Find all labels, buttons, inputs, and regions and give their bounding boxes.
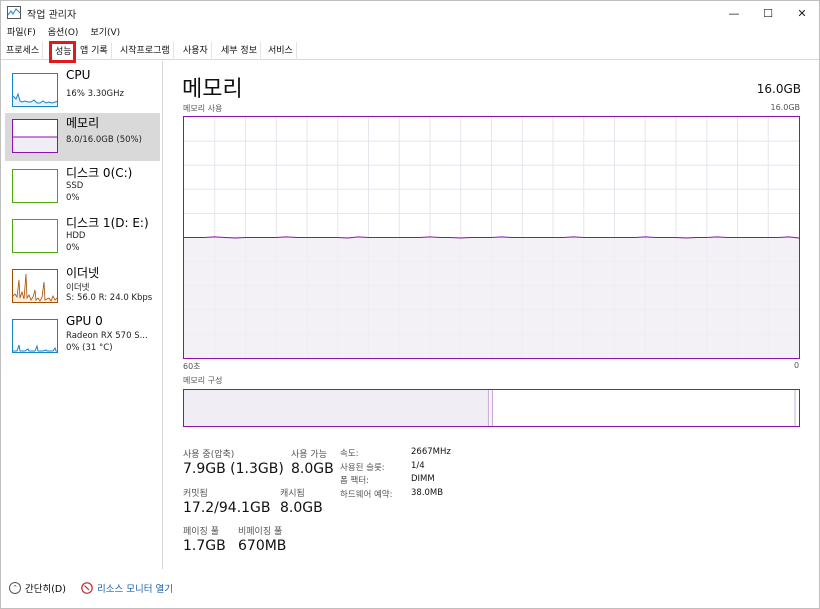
sidebar-item-name: GPU 0	[66, 314, 103, 328]
sidebar-item-name: 메모리	[66, 116, 100, 130]
speed-value: 2667MHz	[411, 447, 451, 457]
title-bar[interactable]: 작업 관리자 — ☐ ✕	[1, 1, 819, 25]
sidebar-item-detail: 8.0/16.0GB (50%)	[66, 135, 142, 145]
gpu-thumbnail-graph	[12, 319, 58, 353]
window-title: 작업 관리자	[27, 10, 77, 21]
composition-in-use	[184, 390, 489, 426]
in-use-label: 사용 중(압축)	[183, 450, 235, 460]
nonpaged-pool-value: 670MB	[238, 538, 287, 554]
chevron-up-icon: ⌃	[9, 582, 21, 594]
sidebar-item-detail: 이더넷	[66, 283, 90, 293]
resource-sidebar: CPU 16% 3.30GHz 메모리 8.0/16.0GB (50%) 디스크…	[1, 61, 163, 569]
memory-thumbnail-graph	[12, 119, 58, 153]
sidebar-item-memory[interactable]: 메모리 8.0/16.0GB (50%)	[5, 113, 160, 161]
slots-used-value: 1/4	[411, 461, 425, 471]
usage-line	[184, 236, 800, 239]
graph-time-start: 60초	[183, 362, 201, 371]
footer: ⌃ 간단히(D) 리소스 모니터 열기	[1, 569, 819, 609]
available-label: 사용 가능	[291, 450, 327, 460]
memory-panel: 메모리 16.0GB 메모리 사용 16.0GB 60초 0 메모리 구성 사용…	[164, 61, 819, 569]
resource-monitor-label: 리소스 모니터 열기	[97, 584, 173, 595]
sidebar-item-detail: HDD	[66, 231, 86, 241]
sidebar-item-name: 디스크 1(D: E:)	[66, 216, 149, 230]
sidebar-item-detail: 16% 3.30GHz	[66, 89, 124, 99]
graph-time-end: 0	[794, 361, 800, 370]
tab-startup[interactable]: 시작프로그램	[117, 42, 174, 60]
usage-graph-max: 16.0GB	[770, 103, 801, 112]
sidebar-item-cpu[interactable]: CPU 16% 3.30GHz	[5, 67, 160, 115]
open-resource-monitor-link[interactable]: 리소스 모니터 열기	[81, 581, 173, 595]
sidebar-item-ethernet[interactable]: 이더넷 이더넷 S: 56.0 R: 24.0 Kbps	[5, 263, 160, 311]
task-manager-icon	[7, 6, 21, 19]
tab-performance[interactable]: 성능	[51, 42, 76, 61]
memory-usage-graph	[183, 116, 800, 359]
committed-label: 커밋됨	[183, 489, 208, 499]
form-factor-value: DIMM	[411, 474, 435, 484]
composition-label: 메모리 구성	[183, 376, 223, 385]
available-value: 8.0GB	[291, 461, 334, 477]
usage-area	[184, 237, 799, 358]
hardware-reserved-label: 하드웨어 예약:	[340, 490, 393, 500]
sidebar-item-detail: SSD	[66, 181, 84, 191]
menu-file[interactable]: 파일(F)	[1, 25, 42, 41]
fewer-details-label: 간단히(D)	[25, 584, 66, 595]
sidebar-item-disk-1[interactable]: 디스크 1(D: E:) HDD 0%	[5, 213, 160, 261]
sidebar-item-name: 디스크 0(C:)	[66, 166, 133, 180]
ethernet-thumbnail-graph	[12, 269, 58, 303]
disk-0-thumbnail-graph	[12, 169, 58, 203]
sidebar-item-detail: 0% (31 °C)	[66, 343, 113, 353]
sidebar-item-name: 이더넷	[66, 266, 100, 280]
minimize-button[interactable]: —	[717, 1, 751, 25]
cpu-thumbnail-graph	[12, 73, 58, 107]
tab-processes[interactable]: 프로세스	[3, 42, 44, 60]
committed-value: 17.2/94.1GB	[183, 500, 271, 516]
sidebar-item-gpu-0[interactable]: GPU 0 Radeon RX 570 S... 0% (31 °C)	[5, 313, 160, 361]
cached-label: 캐시됨	[280, 489, 305, 499]
memory-total: 16.0GB	[756, 82, 801, 96]
paged-pool-label: 페이징 풀	[183, 527, 219, 537]
sidebar-item-detail: S: 56.0 R: 24.0 Kbps	[66, 293, 153, 303]
close-button[interactable]: ✕	[785, 1, 819, 25]
nonpaged-pool-label: 비페이징 풀	[238, 527, 283, 537]
slots-used-label: 사용된 슬롯:	[340, 463, 385, 473]
memory-composition-bar	[183, 389, 800, 427]
menu-bar: 파일(F) 옵션(O) 보기(V)	[1, 25, 126, 41]
tab-app-history[interactable]: 앱 기록	[77, 42, 112, 60]
speed-label: 속도:	[340, 449, 359, 459]
task-manager-window: 작업 관리자 — ☐ ✕ 파일(F) 옵션(O) 보기(V) 프로세스 성능 앱…	[0, 0, 820, 609]
composition-standby	[493, 390, 792, 426]
tab-users[interactable]: 사용자	[180, 42, 212, 60]
in-use-value: 7.9GB (1.3GB)	[183, 461, 284, 477]
sidebar-item-name: CPU	[66, 68, 91, 82]
disk-1-thumbnail-graph	[12, 219, 58, 253]
menu-options[interactable]: 옵션(O)	[42, 25, 85, 41]
cached-value: 8.0GB	[280, 500, 323, 516]
tab-bar: 프로세스 성능 앱 기록 시작프로그램 사용자 세부 정보 서비스	[1, 42, 819, 61]
menu-view[interactable]: 보기(V)	[84, 25, 126, 41]
paged-pool-value: 1.7GB	[183, 538, 226, 554]
hardware-reserved-value: 38.0MB	[411, 488, 444, 498]
maximize-button[interactable]: ☐	[751, 1, 785, 25]
sidebar-item-detail: Radeon RX 570 S...	[66, 331, 148, 341]
sidebar-item-detail: 0%	[66, 193, 80, 203]
sidebar-item-detail: 0%	[66, 243, 80, 253]
sidebar-item-disk-0[interactable]: 디스크 0(C:) SSD 0%	[5, 163, 160, 211]
fewer-details-button[interactable]: ⌃ 간단히(D)	[9, 581, 66, 595]
tab-details[interactable]: 세부 정보	[218, 42, 261, 60]
resource-monitor-icon	[81, 582, 93, 594]
usage-graph-label: 메모리 사용	[183, 104, 223, 113]
page-title: 메모리	[182, 77, 243, 102]
form-factor-label: 폼 팩터:	[340, 476, 370, 486]
tab-services[interactable]: 서비스	[265, 42, 297, 60]
